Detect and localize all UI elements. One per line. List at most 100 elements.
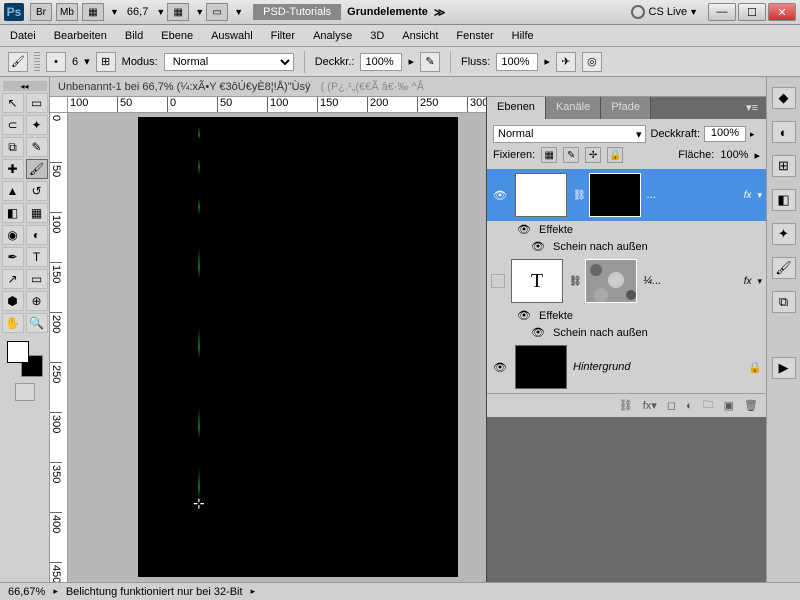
menu-ansicht[interactable]: Ansicht — [402, 30, 438, 42]
layer-mask[interactable] — [585, 259, 637, 303]
3d-tool[interactable]: ⬢ — [2, 291, 24, 311]
color-swatches[interactable] — [7, 341, 43, 377]
lasso-tool[interactable]: ⊂ — [2, 115, 24, 135]
shape-tool[interactable]: ▭ — [26, 269, 48, 289]
layer-row[interactable]: 👁 T ⛓ ... fx▾ — [487, 169, 766, 221]
menu-bearbeiten[interactable]: Bearbeiten — [54, 30, 107, 42]
screen-mode-icon[interactable]: ▭ — [206, 3, 228, 21]
layer-name[interactable]: Hintergrund — [573, 361, 742, 373]
fx-schein-row[interactable]: 👁Schein nach außen — [487, 238, 766, 255]
menu-datei[interactable]: Datei — [10, 30, 36, 42]
close-button[interactable]: ✕ — [768, 3, 796, 21]
visibility-icon[interactable] — [491, 274, 505, 288]
fx-effekte-row[interactable]: 👁Effekte — [487, 307, 766, 324]
dock-swatches-icon[interactable]: ◐ — [772, 121, 796, 143]
tab-pfade[interactable]: Pfade — [601, 97, 651, 119]
dropdown-icon[interactable]: ▸ — [251, 586, 256, 597]
workspace-label[interactable]: PSD-Tutorials — [253, 4, 341, 20]
flow-field[interactable]: 100% — [496, 53, 538, 71]
layout-icon[interactable]: ▦ — [82, 3, 104, 21]
layer-opacity-field[interactable]: 100% — [704, 126, 746, 142]
fg-color[interactable] — [7, 341, 29, 363]
photoshop-icon[interactable]: Ps — [4, 3, 24, 21]
bridge-icon[interactable]: Br — [30, 3, 52, 21]
mask-icon[interactable]: ◻ — [667, 399, 676, 412]
fx-effekte-row[interactable]: 👁Effekte — [487, 221, 766, 238]
lock-all-icon[interactable]: 🔒 — [607, 147, 623, 163]
fx-badge[interactable]: fx — [744, 190, 752, 201]
layer-thumbnail[interactable]: T — [515, 173, 567, 217]
visibility-icon[interactable]: 👁 — [491, 187, 509, 203]
lock-pixels-icon[interactable]: ✎ — [563, 147, 579, 163]
collapse-icon[interactable]: ◂◂ — [3, 81, 47, 91]
minimize-button[interactable]: — — [708, 3, 736, 21]
crop-tool[interactable]: ⧉ — [2, 137, 24, 157]
dropdown-icon[interactable]: ▼ — [156, 7, 165, 17]
cslive-button[interactable]: CS Live ▼ — [631, 5, 700, 19]
airbrush-icon[interactable]: ✈ — [556, 52, 576, 72]
dodge-tool[interactable]: ◐ — [26, 225, 48, 245]
dropdown-icon[interactable]: ▸ — [53, 586, 58, 597]
brush-tool[interactable]: 🖌 — [26, 159, 48, 179]
pressure-size-icon[interactable]: ◎ — [582, 52, 602, 72]
dropdown-icon[interactable]: ▸ — [544, 55, 550, 68]
menu-hilfe[interactable]: Hilfe — [512, 30, 534, 42]
zoom-tool[interactable]: 🔍 — [26, 313, 48, 333]
layer-name[interactable]: ... — [647, 189, 738, 201]
lock-transparent-icon[interactable]: ▦ — [541, 147, 557, 163]
expand-icon[interactable]: ≫ — [434, 6, 446, 19]
visibility-icon[interactable]: 👁 — [491, 359, 509, 375]
layer-mask[interactable] — [589, 173, 641, 217]
opacity-field[interactable]: 100% — [360, 53, 402, 71]
dock-play-icon[interactable]: ▶ — [772, 357, 796, 379]
status-zoom[interactable]: 66,67% — [8, 586, 45, 598]
dock-history-icon[interactable]: ⧉ — [772, 291, 796, 313]
menu-bild[interactable]: Bild — [125, 30, 143, 42]
ruler-vertical[interactable]: 050100150200250300350400450500 — [50, 113, 68, 582]
history-brush-tool[interactable]: ↺ — [26, 181, 48, 201]
dropdown-icon[interactable]: ▼ — [234, 7, 243, 17]
new-layer-icon[interactable]: ▣ — [724, 399, 734, 412]
dropdown-icon[interactable]: ▸ — [750, 129, 760, 140]
path-select-tool[interactable]: ↗ — [2, 269, 24, 289]
document-tab[interactable]: Unbenannt-1 bei 66,7% (¼:xÃ•Y €3ôÚ€yÈ8¦!… — [50, 77, 766, 97]
delete-icon[interactable]: 🗑 — [744, 399, 758, 412]
eraser-tool[interactable]: ◧ — [2, 203, 24, 223]
blend-mode-select[interactable]: Normal — [164, 53, 294, 71]
tab-ebenen[interactable]: Ebenen — [487, 97, 546, 119]
wand-tool[interactable]: ✦ — [26, 115, 48, 135]
menu-fenster[interactable]: Fenster — [456, 30, 493, 42]
brush-preset-icon[interactable]: • — [46, 52, 66, 72]
dropdown-icon[interactable]: ▸ — [408, 55, 414, 68]
marquee-tool[interactable]: ▭ — [26, 93, 48, 113]
dropdown-icon[interactable]: ▾ — [84, 55, 90, 68]
menu-auswahl[interactable]: Auswahl — [211, 30, 253, 42]
zoom-level[interactable]: 66,7 — [127, 6, 148, 18]
healing-tool[interactable]: ✚ — [2, 159, 24, 179]
3d-camera-tool[interactable]: ⊕ — [26, 291, 48, 311]
layer-name[interactable]: ¼... — [643, 275, 738, 287]
hand-tool[interactable]: ✋ — [2, 313, 24, 333]
dock-styles-icon[interactable]: ✦ — [772, 223, 796, 245]
layer-blend-select[interactable]: Normal▾ — [493, 125, 646, 143]
layer-thumbnail[interactable]: T — [511, 259, 563, 303]
layer-row-background[interactable]: 👁 Hintergrund 🔒 — [487, 341, 766, 393]
move-tool[interactable]: ↖ — [2, 93, 24, 113]
dropdown-icon[interactable]: ▸ — [754, 149, 760, 162]
dropdown-icon[interactable]: ▼ — [110, 7, 119, 17]
workspace-sublabel[interactable]: Grundelemente — [347, 6, 428, 18]
menu-filter[interactable]: Filter — [271, 30, 295, 42]
dock-color-icon[interactable]: ◆ — [772, 87, 796, 109]
maximize-button[interactable]: ☐ — [738, 3, 766, 21]
tab-kanaele[interactable]: Kanäle — [546, 97, 601, 119]
grip-icon[interactable] — [34, 52, 40, 72]
eyedropper-tool[interactable]: ✎ — [26, 137, 48, 157]
adjustment-icon[interactable]: ◐ — [686, 400, 693, 412]
stamp-tool[interactable]: ▲ — [2, 181, 24, 201]
type-tool[interactable]: T — [26, 247, 48, 267]
view-extras-icon[interactable]: ▦ — [167, 3, 189, 21]
link-layers-icon[interactable]: ⛓ — [619, 399, 633, 412]
pen-tool[interactable]: ✒ — [2, 247, 24, 267]
layer-thumbnail[interactable] — [515, 345, 567, 389]
brush-panel-icon[interactable]: ⊞ — [96, 52, 116, 72]
